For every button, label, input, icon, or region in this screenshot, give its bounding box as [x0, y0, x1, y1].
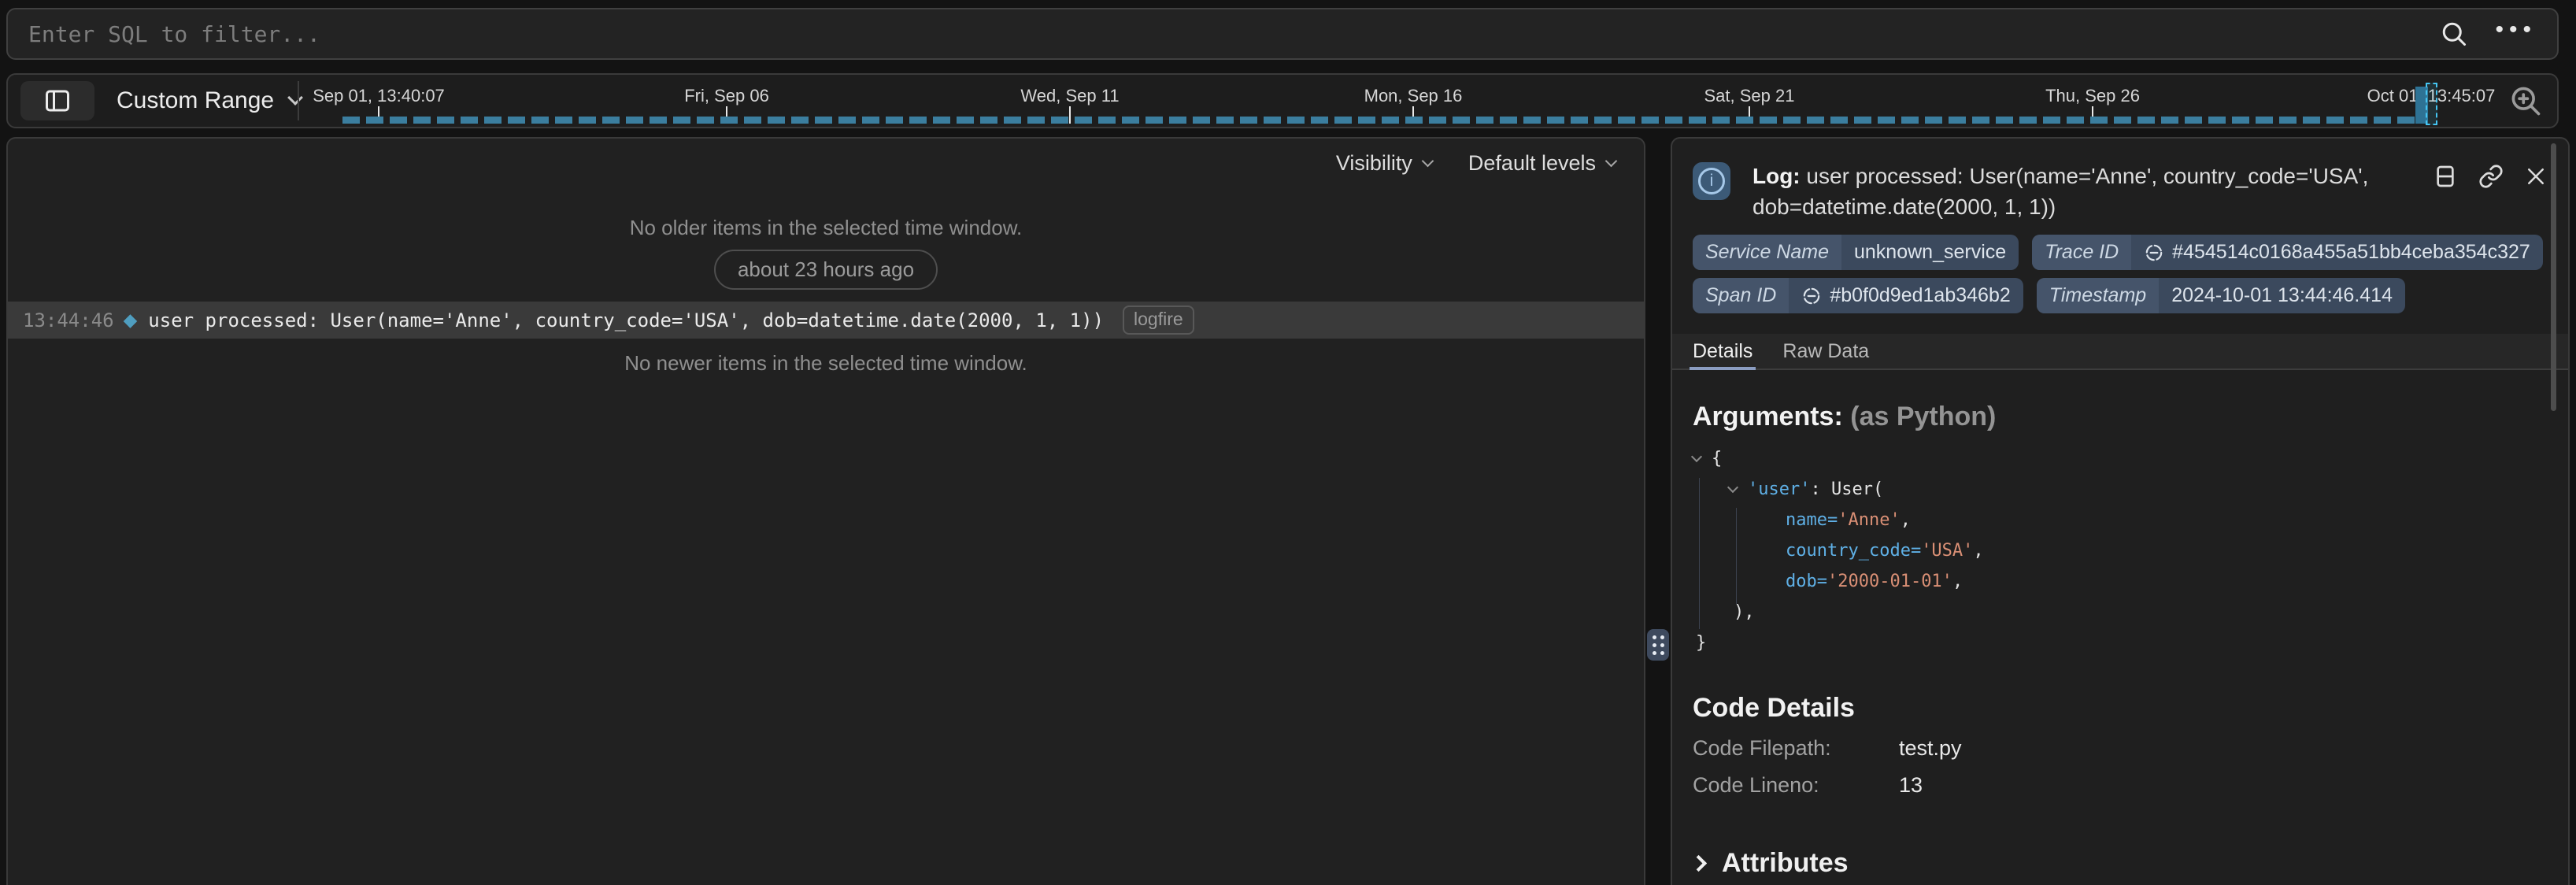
relative-time-badge[interactable]: about 23 hours ago: [714, 250, 938, 290]
zoom-in-icon[interactable]: [2508, 83, 2543, 118]
timeline-histogram-baseline[interactable]: [342, 117, 2416, 124]
code-line: country_code= 'USA' ,: [1693, 535, 2548, 566]
scrollbar-thumb[interactable]: [2551, 143, 2556, 411]
details-message: user processed: User(name='Anne', countr…: [1752, 164, 2368, 219]
panel-left-icon: [43, 87, 72, 115]
code-key: name=: [1786, 505, 1838, 535]
indent-guide: [1699, 478, 1700, 629]
details-title: Log: user processed: User(name='Anne', c…: [1752, 161, 2433, 222]
collapse-chevron-icon[interactable]: [1691, 451, 1702, 462]
timeline-tick-label: Thu, Sep 26: [2045, 86, 2140, 106]
logs-panel-header: Visibility Default levels: [8, 139, 1644, 187]
chevron-down-icon: [287, 90, 303, 106]
service-name-badge[interactable]: Service Name unknown_service: [1693, 235, 2019, 270]
log-level-diamond-icon: ◆: [124, 310, 138, 331]
no-newer-items-text: No newer items in the selected time wind…: [8, 351, 1644, 376]
link-icon: [1801, 286, 1822, 306]
timeline-tick-label: Fri, Sep 06: [684, 86, 769, 106]
code-filepath-label: Code Filepath:: [1693, 736, 1899, 761]
timeline-tick-label: Sat, Sep 21: [1704, 86, 1795, 106]
info-level-icon: i: [1693, 162, 1730, 200]
code-lineno-label: Code Lineno:: [1693, 773, 1899, 798]
badge-value: #b0f0d9ed1ab346b2: [1830, 284, 2010, 307]
badge-label: Timestamp: [2037, 278, 2159, 313]
log-details-panel: i Log: user processed: User(name='Anne',…: [1671, 137, 2570, 885]
code-lineno-row: Code Lineno: 13: [1693, 773, 2548, 798]
badge-value: #454514c0168a455a51bb4ceba354c327: [2172, 241, 2530, 264]
chevron-right-icon: [1690, 855, 1707, 872]
code-line: ),: [1693, 597, 2548, 628]
more-options-icon[interactable]: •••: [2495, 18, 2537, 50]
arguments-heading: Arguments: (as Python): [1693, 402, 2548, 432]
collapse-chevron-icon[interactable]: [1727, 482, 1738, 493]
open-in-panel-icon[interactable]: [2433, 164, 2458, 189]
attributes-heading: Attributes: [1722, 848, 1849, 879]
toolbar-divider: [298, 81, 299, 120]
sql-filter-bar: •••: [6, 8, 2559, 60]
logs-panel: Visibility Default levels No older items…: [6, 137, 1645, 885]
arguments-heading-suffix: (as Python): [1850, 402, 1996, 431]
attributes-section-toggle[interactable]: Attributes: [1693, 848, 2548, 879]
timeline-tick-label: Wed, Sep 11: [1020, 86, 1119, 106]
sql-filter-input[interactable]: [28, 21, 2413, 47]
timeline-tick-label: Mon, Sep 16: [1364, 86, 1463, 106]
log-row-tag[interactable]: logfire: [1123, 305, 1194, 335]
code-lineno-value: 13: [1899, 773, 1923, 798]
badge-value: unknown_service: [1841, 235, 2019, 270]
log-row[interactable]: 13:44:46 ◆ user processed: User(name='An…: [8, 302, 1644, 339]
arguments-code-tree: { 'user' : User( name= 'Anne' , country_…: [1693, 443, 2548, 658]
panel-resize-handle[interactable]: [1647, 629, 1669, 661]
code-line: dob= '2000-01-01' ,: [1693, 566, 2548, 597]
code-line: 'user' : User(: [1693, 474, 2548, 505]
trace-id-badge[interactable]: Trace ID #454514c0168a455a51bb4ceba354c3…: [2032, 235, 2543, 270]
code-key: dob=: [1786, 566, 1827, 597]
badge-label: Span ID: [1693, 278, 1789, 313]
visibility-dropdown-label: Visibility: [1336, 151, 1412, 176]
visibility-dropdown[interactable]: Visibility: [1336, 151, 1432, 176]
badge-label: Service Name: [1693, 235, 1841, 270]
details-header: i Log: user processed: User(name='Anne',…: [1693, 161, 2548, 222]
time-range-selector[interactable]: Custom Range: [117, 75, 301, 127]
code-key: country_code=: [1786, 535, 1921, 566]
log-row-time: 13:44:46: [23, 309, 114, 331]
time-range-label: Custom Range: [117, 87, 274, 114]
tab-details[interactable]: Details: [1693, 334, 1752, 368]
tab-raw-data[interactable]: Raw Data: [1782, 334, 1869, 368]
metadata-badges: Service Name unknown_service Trace ID #4…: [1693, 235, 2547, 313]
timeline-selection-region[interactable]: [2426, 83, 2437, 125]
chevron-down-icon: [1605, 155, 1618, 168]
indent-guide: [1736, 508, 1737, 604]
badge-label: Trace ID: [2032, 235, 2131, 270]
chevron-down-icon: [1422, 155, 1434, 168]
code-line: }: [1693, 628, 2548, 658]
timeline-tick-label: Sep 01, 13:40:07: [313, 86, 445, 106]
log-row-message: user processed: User(name='Anne', countr…: [148, 309, 1104, 331]
code-line: name= 'Anne' ,: [1693, 505, 2548, 535]
badge-value: 2024-10-01 13:44:46.414: [2159, 278, 2405, 313]
code-string: 'Anne': [1838, 505, 1900, 535]
close-icon[interactable]: [2524, 164, 2548, 189]
link-icon: [2144, 243, 2164, 263]
details-tabs: Details Raw Data: [1672, 334, 2568, 370]
code-string: 'USA': [1921, 535, 1973, 566]
code-line: {: [1693, 443, 2548, 474]
code-key: 'user': [1748, 474, 1810, 505]
code-filepath-row: Code Filepath: test.py: [1693, 736, 2548, 761]
time-range-toolbar: Custom Range Sep 01, 13:40:07 Fri, Sep 0…: [6, 73, 2559, 128]
no-older-items-text: No older items in the selected time wind…: [8, 216, 1644, 240]
default-levels-dropdown[interactable]: Default levels: [1468, 151, 1616, 176]
span-id-badge[interactable]: Span ID #b0f0d9ed1ab346b2: [1693, 278, 2023, 313]
default-levels-dropdown-label: Default levels: [1468, 151, 1596, 176]
code-string: '2000-01-01': [1827, 566, 1952, 597]
timestamp-badge[interactable]: Timestamp 2024-10-01 13:44:46.414: [2037, 278, 2405, 313]
code-filepath-value: test.py: [1899, 736, 1962, 761]
details-kind-label: Log:: [1752, 164, 1801, 188]
code-details-heading: Code Details: [1693, 693, 2548, 724]
copy-link-icon[interactable]: [2478, 164, 2504, 189]
sidebar-toggle-button[interactable]: [20, 81, 94, 120]
search-icon[interactable]: [2440, 20, 2468, 48]
